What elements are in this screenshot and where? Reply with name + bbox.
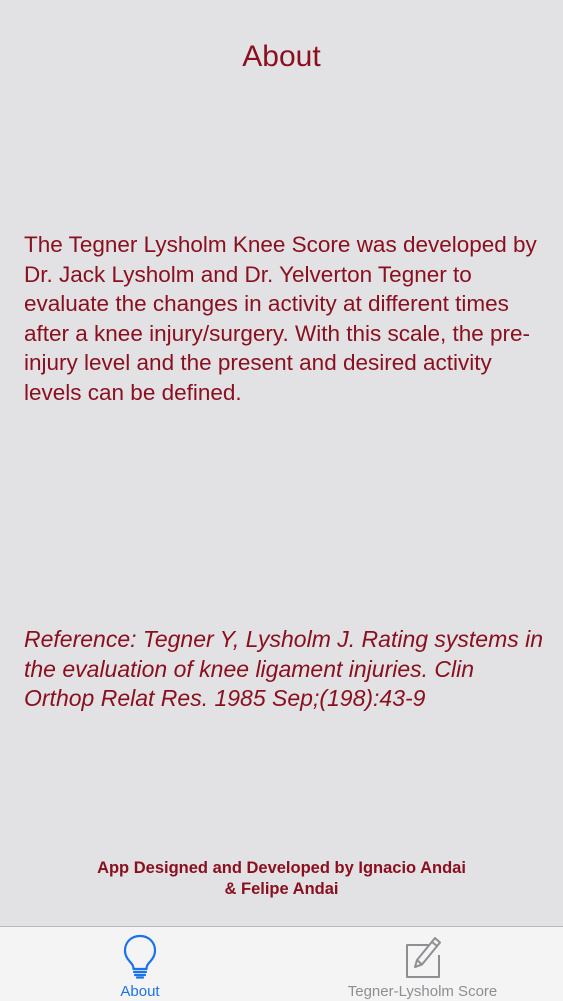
tab-about-label: About [120, 983, 160, 1000]
reference-text: Reference: Tegner Y, Lysholm J. Rating s… [24, 626, 544, 711]
pencil-square-icon [406, 937, 441, 978]
page-title: About [242, 40, 321, 73]
credits: App Designed and Developed by Ignacio An… [0, 858, 563, 900]
tab-bar: About Tegner-Lysholm Score [0, 926, 563, 1001]
tab-about[interactable]: About [0, 927, 282, 1001]
credits-line-2: & Felipe Andai [224, 880, 339, 898]
about-description: The Tegner Lysholm Knee Score was develo… [24, 232, 537, 405]
lightbulb-icon [123, 934, 157, 979]
tab-tegner-lysholm-score[interactable]: Tegner-Lysholm Score [282, 927, 563, 1001]
tab-score-label: Tegner-Lysholm Score [347, 983, 498, 1000]
credits-line-1: App Designed and Developed by Ignacio An… [97, 859, 466, 877]
